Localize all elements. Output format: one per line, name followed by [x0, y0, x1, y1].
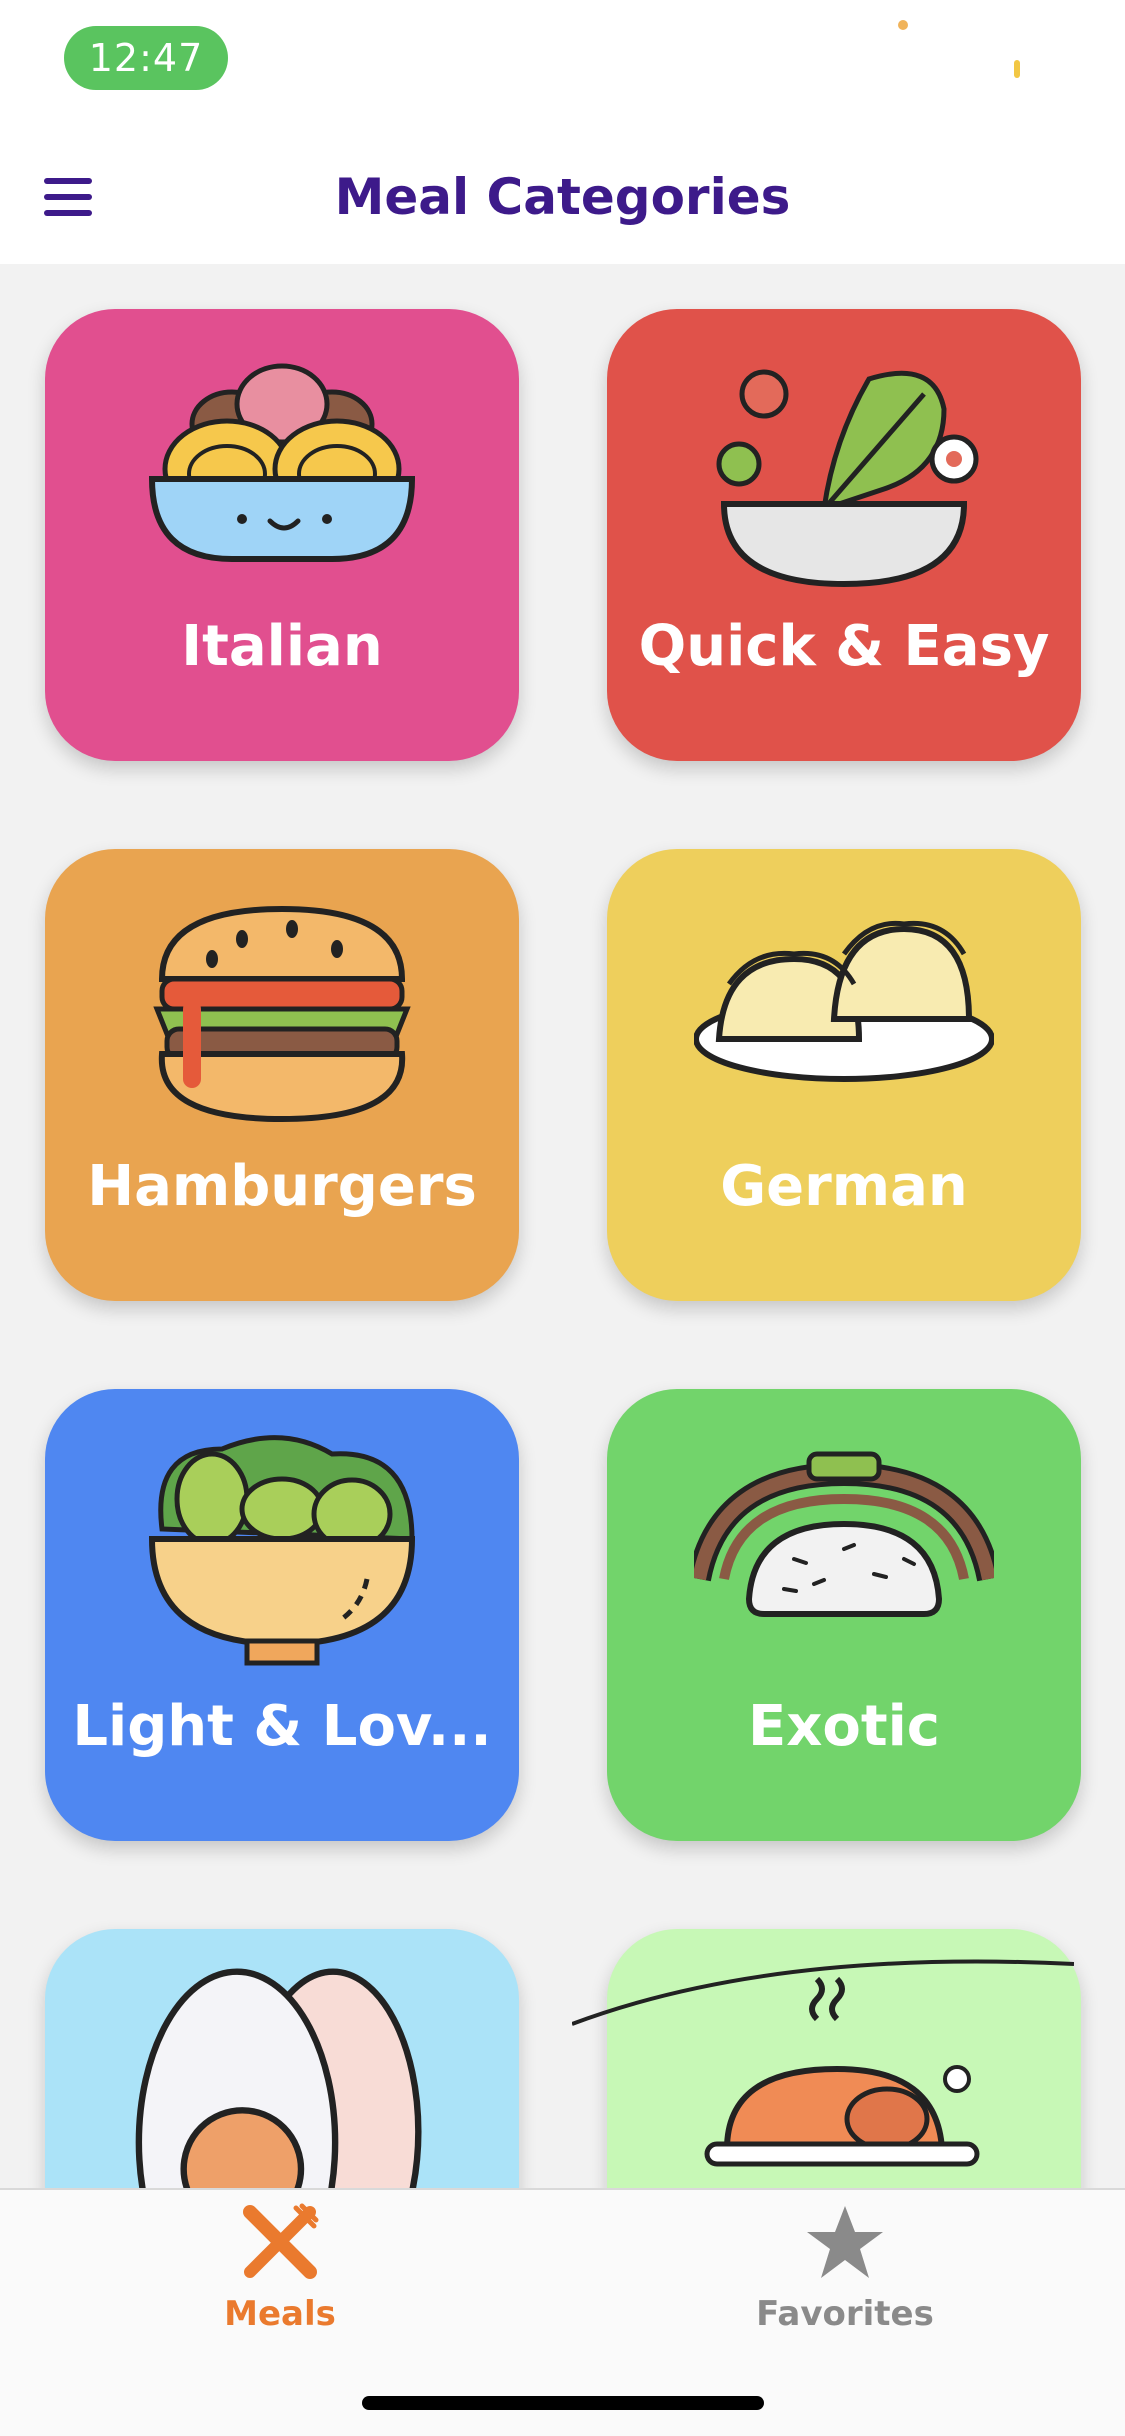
navigation-header: Meal Categories — [0, 132, 1125, 264]
page-title: Meal Categories — [334, 168, 791, 226]
rice-dish-icon — [694, 1451, 994, 1617]
boiled-egg-icon — [135, 1968, 422, 2188]
category-tile-hamburgers[interactable]: Hamburgers — [45, 849, 519, 1301]
category-tile-light-lovely[interactable]: Light & Lov... — [45, 1389, 519, 1841]
category-label: Hamburgers — [87, 1154, 477, 1219]
status-bar: 12:47 — [0, 0, 1125, 132]
dumplings-icon — [694, 920, 994, 1082]
category-tile-eggs[interactable] — [45, 1929, 519, 2188]
category-tile-exotic[interactable]: Exotic — [607, 1389, 1081, 1841]
category-grid[interactable]: Italian Quick & Easy Hamburgers German L… — [0, 264, 1125, 2188]
category-label: German — [720, 1154, 968, 1219]
category-label: Italian — [181, 614, 383, 679]
salad-bowl-icon — [716, 369, 979, 588]
decorative-stroke — [572, 1959, 1074, 2026]
status-indicator-dash — [1014, 60, 1020, 78]
hamburger-icon — [153, 905, 411, 1123]
tab-favorites[interactable]: Favorites — [565, 2190, 1125, 2390]
category-tile-quick-easy[interactable]: Quick & Easy — [607, 309, 1081, 761]
status-indicator-dot — [898, 20, 908, 30]
tab-meals-label: Meals — [224, 2294, 336, 2334]
fork-knife-icon — [243, 2203, 319, 2279]
bottom-tab-bar: Meals Favorites — [0, 2188, 1125, 2436]
star-icon — [807, 2206, 883, 2278]
category-tile-italian[interactable]: Italian — [45, 309, 519, 761]
status-time: 12:47 — [64, 26, 228, 90]
spaghetti-bowl-icon — [148, 363, 416, 562]
category-label: Exotic — [747, 1694, 940, 1759]
tab-meals[interactable]: Meals — [0, 2190, 560, 2390]
tab-favorites-label: Favorites — [756, 2294, 934, 2334]
leafy-salad-icon — [148, 1435, 416, 1666]
category-label: Quick & Easy — [638, 614, 1050, 679]
category-label: Light & Lov... — [72, 1694, 492, 1759]
home-indicator — [362, 2396, 764, 2410]
category-tile-german[interactable]: German — [607, 849, 1081, 1301]
